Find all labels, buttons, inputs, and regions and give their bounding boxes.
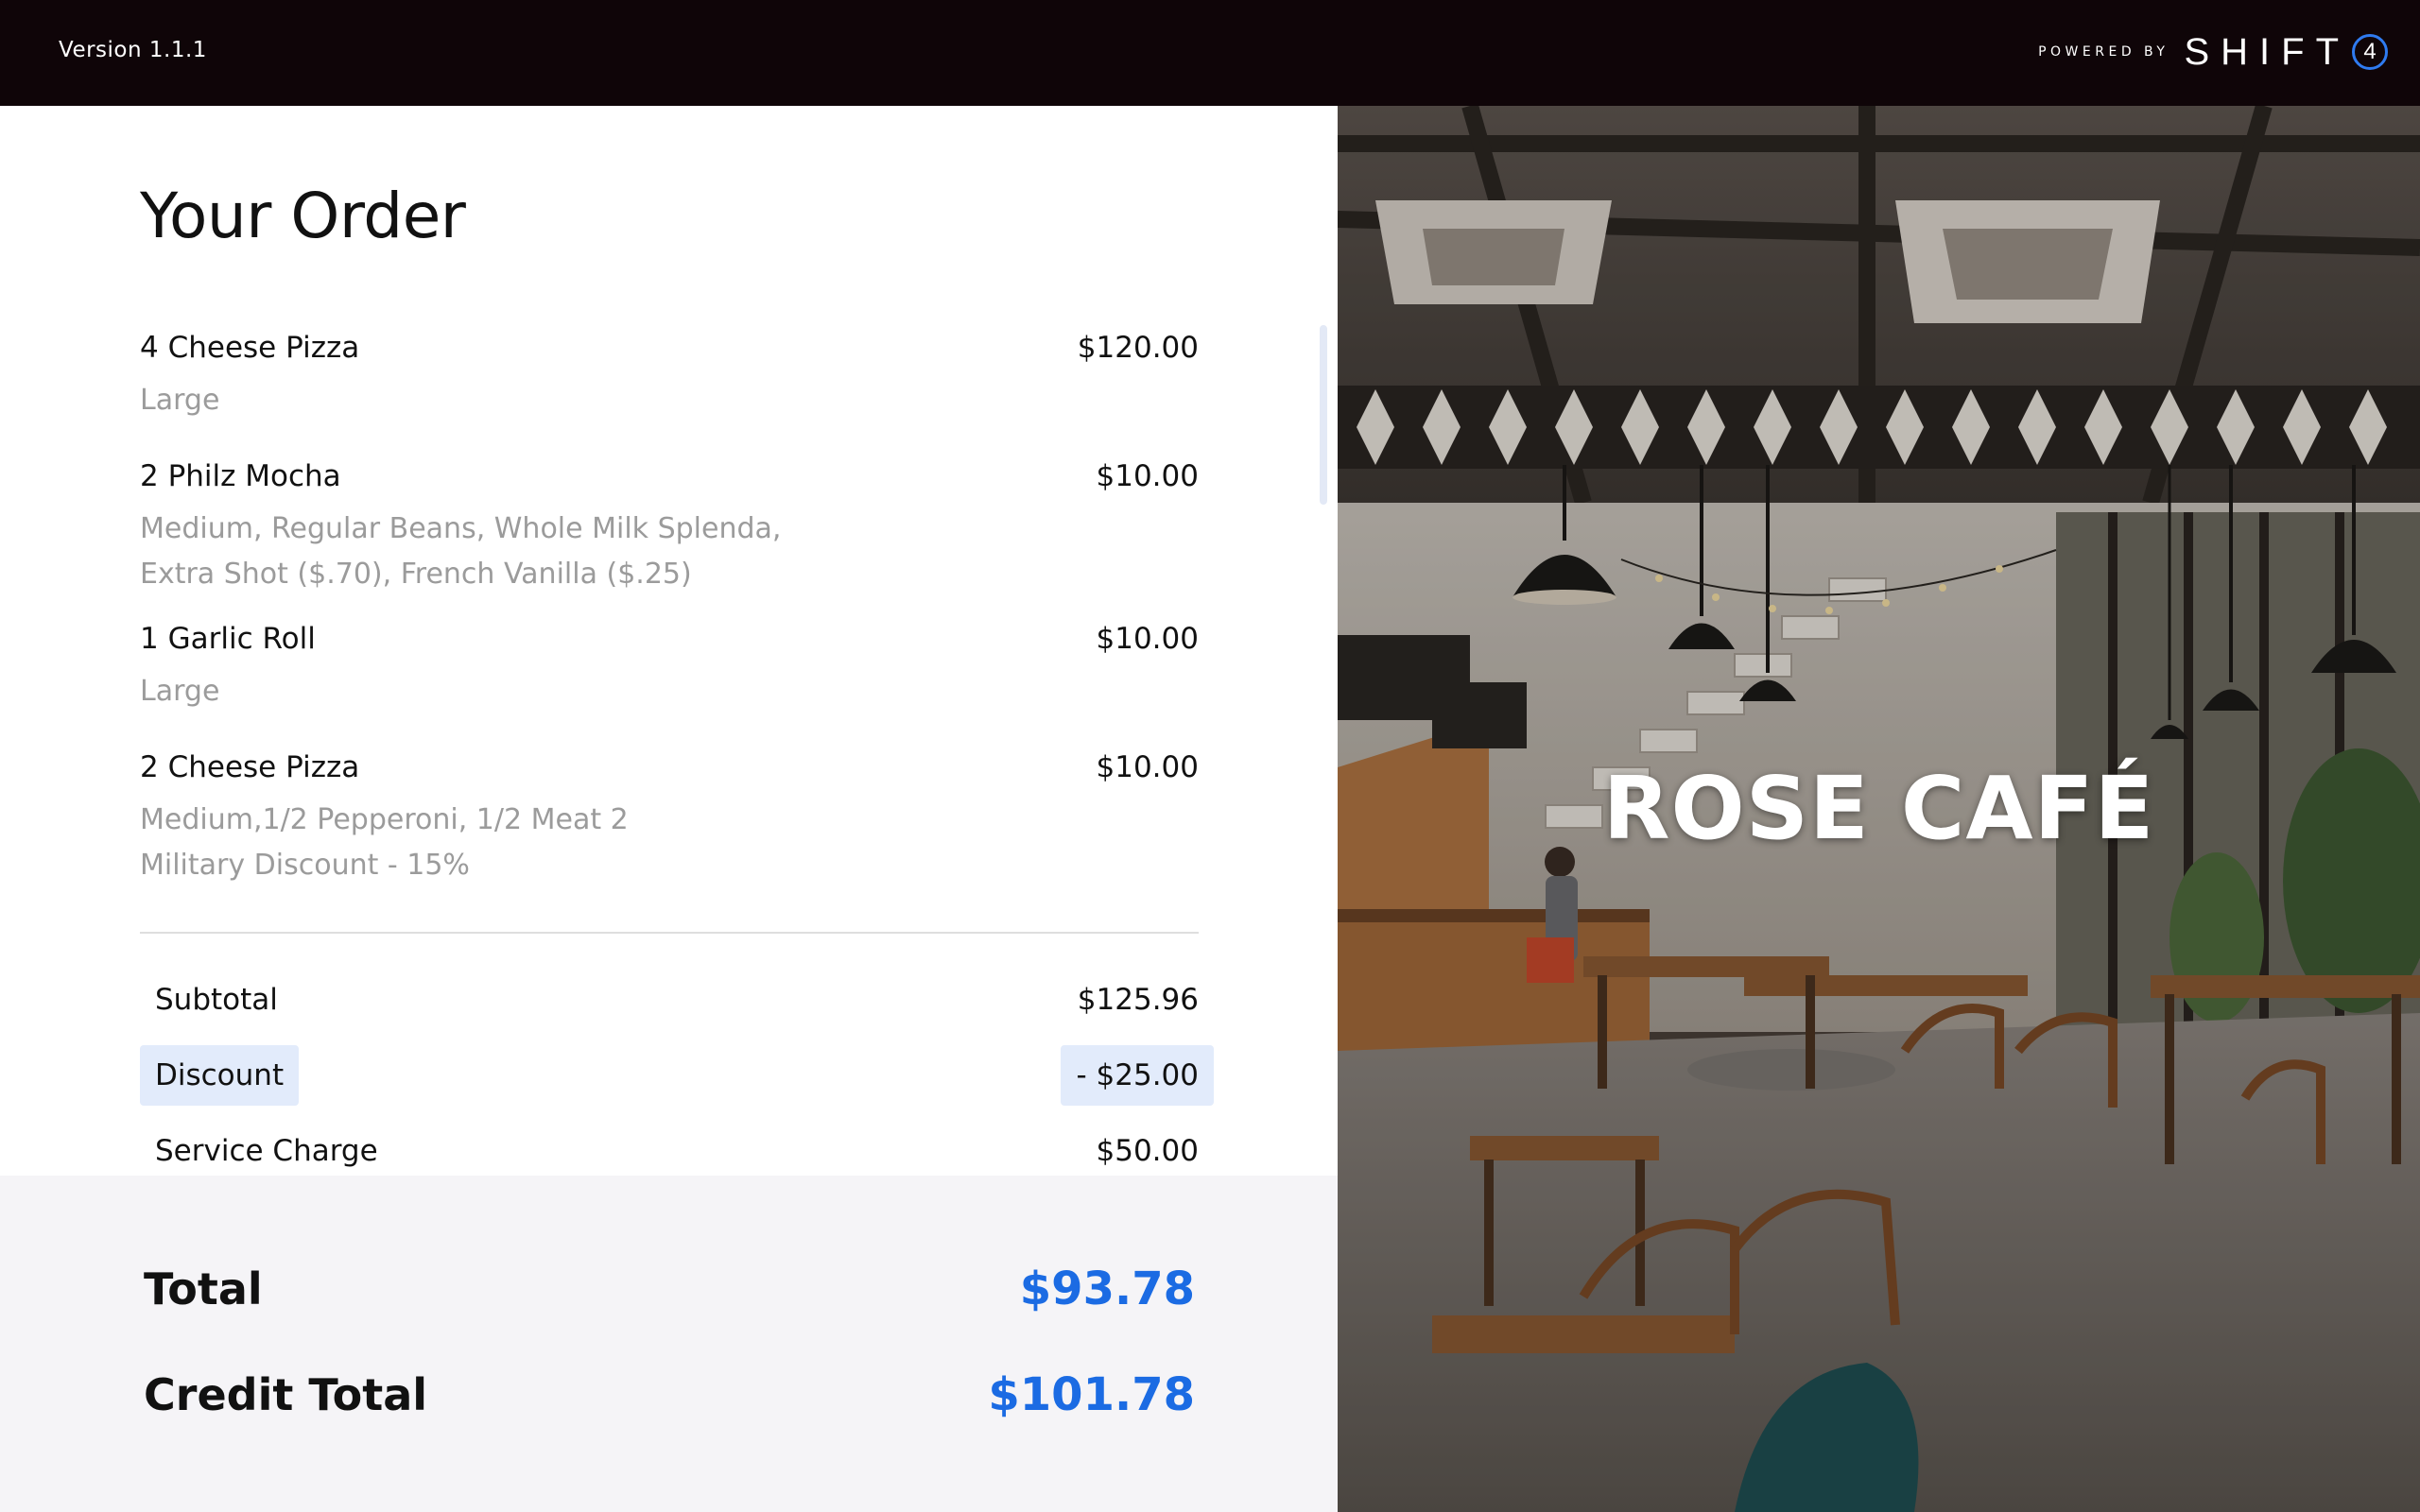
order-item: 2 Cheese Pizza $10.00 Medium,1/2 Peppero… — [140, 748, 1199, 911]
discount-row: Discount - $25.00 — [140, 1045, 1214, 1106]
restaurant-hero-image: ROSE CAFÉ — [1338, 106, 2420, 1512]
item-price: $10.00 — [1096, 622, 1199, 656]
subtotal-row: Subtotal $125.96 — [140, 970, 1214, 1030]
order-item: 2 Philz Mocha $10.00 Medium, Regular Bea… — [140, 457, 1199, 620]
brand-wordmark: SHIFT — [2184, 31, 2350, 73]
item-modifier-line: Extra Shot ($.70), French Vanilla ($.25) — [140, 558, 692, 591]
item-name: 1 Garlic Roll — [140, 622, 316, 656]
item-modifiers: Medium,1/2 Pepperoni, 1/2 Meat 2 Militar… — [140, 798, 1199, 888]
total-row: Total $93.78 — [144, 1261, 1195, 1317]
item-name: 2 Philz Mocha — [140, 459, 341, 493]
powered-by-logo: POWERED BY SHIFT 4 — [2038, 28, 2388, 76]
powered-by-label: POWERED BY — [2038, 44, 2169, 60]
service-charge-value: $50.00 — [1096, 1134, 1199, 1168]
item-name: 2 Cheese Pizza — [140, 750, 360, 784]
restaurant-name: ROSE CAFÉ — [1602, 758, 2155, 859]
item-modifiers: Medium, Regular Beans, Whole Milk Splend… — [140, 507, 1199, 597]
order-scrollbar[interactable] — [1320, 325, 1327, 505]
summary-divider — [140, 932, 1199, 934]
order-item-list[interactable]: 4 Cheese Pizza $120.00 Large 2 Philz Moc… — [140, 329, 1199, 911]
item-price: $120.00 — [1077, 331, 1199, 365]
item-modifier-line: Military Discount - 15% — [140, 849, 470, 882]
totals-panel: Total $93.78 Credit Total $101.78 — [0, 1176, 1338, 1512]
item-modifier-line: Large — [140, 384, 220, 417]
version-label: Version 1.1.1 — [59, 38, 207, 62]
item-modifier-line: Large — [140, 675, 220, 708]
item-price: $10.00 — [1096, 459, 1199, 493]
credit-total-label: Credit Total — [144, 1369, 428, 1420]
order-title: Your Order — [140, 180, 466, 252]
total-label: Total — [144, 1263, 263, 1314]
subtotal-label: Subtotal — [155, 983, 278, 1017]
subtotal-value: $125.96 — [1077, 983, 1199, 1017]
item-modifiers: Large — [140, 378, 1199, 423]
item-modifiers: Large — [140, 669, 1199, 714]
item-price: $10.00 — [1096, 750, 1199, 784]
order-item: 4 Cheese Pizza $120.00 Large — [140, 329, 1199, 457]
item-name: 4 Cheese Pizza — [140, 331, 360, 365]
total-value: $93.78 — [1019, 1263, 1195, 1315]
service-charge-label: Service Charge — [155, 1134, 378, 1168]
discount-label: Discount — [140, 1045, 300, 1106]
credit-total-row: Credit Total $101.78 — [144, 1366, 1195, 1423]
top-bar: Version 1.1.1 POWERED BY SHIFT 4 — [0, 0, 2420, 106]
brand-number-badge: 4 — [2352, 34, 2388, 70]
item-modifier-line: Medium,1/2 Pepperoni, 1/2 Meat 2 — [140, 803, 629, 836]
item-modifier-line: Medium, Regular Beans, Whole Milk Splend… — [140, 512, 782, 545]
service-charge-row: Service Charge $50.00 — [140, 1121, 1214, 1181]
order-item: 1 Garlic Roll $10.00 Large — [140, 620, 1199, 748]
discount-value: - $25.00 — [1061, 1045, 1214, 1106]
credit-total-value: $101.78 — [988, 1368, 1195, 1421]
